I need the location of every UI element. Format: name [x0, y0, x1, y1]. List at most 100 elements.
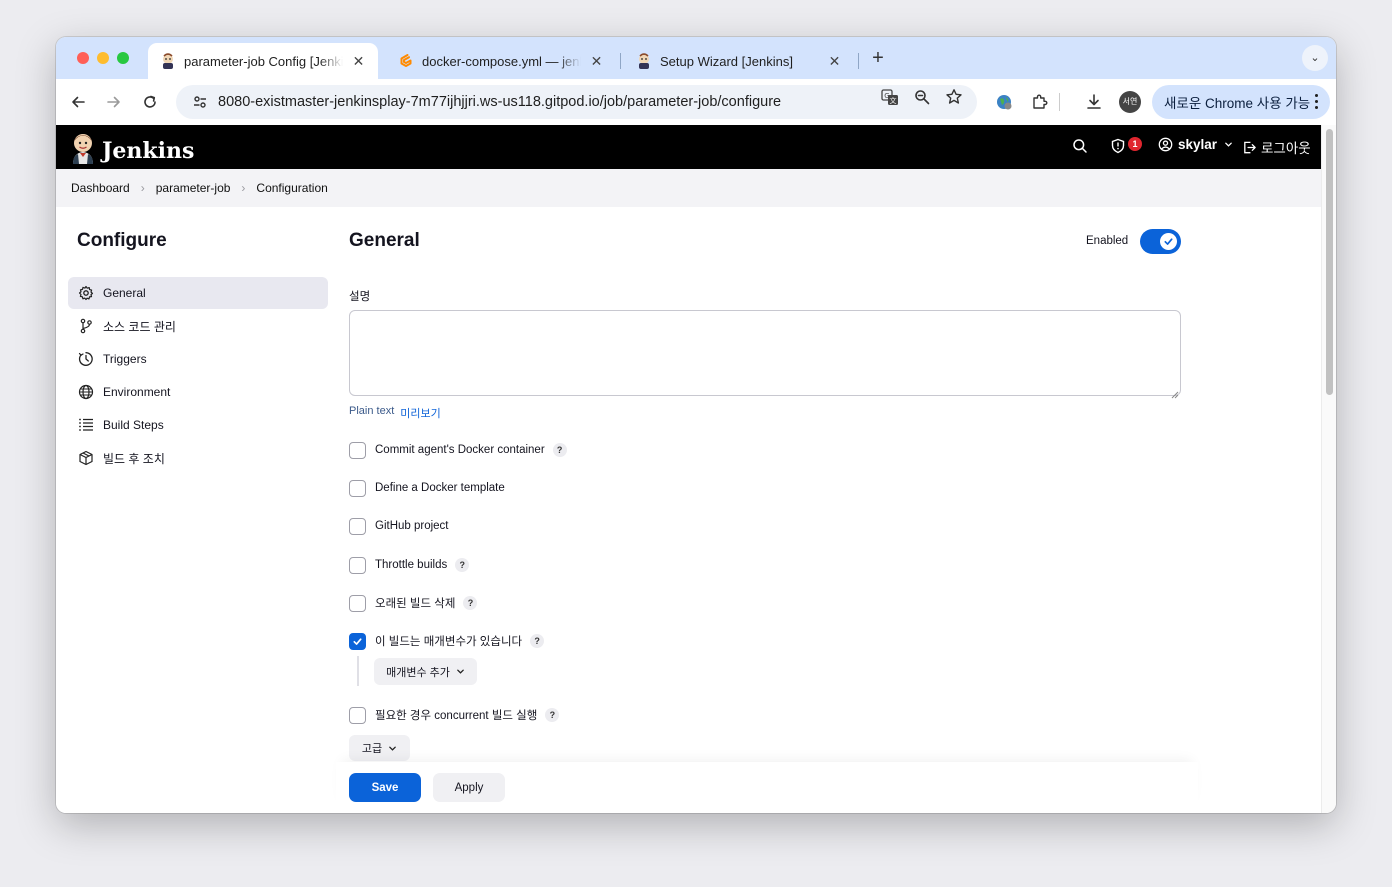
checkbox[interactable]: [349, 556, 366, 574]
option-label: GitHub project: [375, 520, 449, 532]
search-icon[interactable]: [1072, 138, 1088, 154]
site-info-tune-icon[interactable]: [182, 94, 218, 110]
new-tab-button[interactable]: +: [866, 46, 890, 70]
chevron-down-icon: [1224, 140, 1233, 149]
enabled-toggle[interactable]: [1140, 229, 1181, 254]
profile-avatar[interactable]: 서연: [1119, 91, 1141, 113]
back-arrow-icon[interactable]: [66, 90, 90, 114]
address-bar[interactable]: 8080-existmaster-jenkinsplay-7m77ijhjjri…: [176, 85, 977, 119]
shield-icon: [1110, 138, 1126, 157]
logout-icon: [1242, 140, 1257, 155]
save-button[interactable]: Save: [349, 773, 421, 802]
sidebar-item-label: Environment: [103, 385, 171, 399]
add-parameter-button[interactable]: 매개변수 추가: [374, 658, 477, 685]
page-scrollbar[interactable]: [1321, 125, 1336, 813]
translate-icon[interactable]: G文: [880, 87, 900, 107]
browser-tab[interactable]: docker-compose.yml — jenkins ✕: [386, 43, 616, 79]
tab-close-icon[interactable]: ✕: [351, 53, 366, 70]
browser-tab[interactable]: Setup Wizard [Jenkins] ✕: [624, 43, 854, 79]
option-parameterized[interactable]: 이 빌드는 매개변수가 있습니다 ?: [349, 632, 545, 650]
chevron-down-icon: [388, 744, 397, 753]
sidebar-item-post-build[interactable]: 빌드 후 조치: [68, 442, 328, 474]
sidebar-item-label: Triggers: [103, 352, 147, 366]
tab-separator: [858, 53, 859, 69]
scrollbar-thumb[interactable]: [1326, 129, 1333, 395]
option-commit-docker[interactable]: Commit agent's Docker container ?: [349, 441, 567, 459]
sidebar-item-label: Build Steps: [103, 418, 164, 432]
breadcrumb-job[interactable]: parameter-job: [156, 181, 231, 195]
help-icon[interactable]: ?: [463, 596, 478, 610]
advanced-button[interactable]: 고급: [349, 735, 410, 761]
close-window-button[interactable]: [77, 52, 89, 64]
kebab-menu-icon[interactable]: [1315, 94, 1318, 109]
extension-globe-icon[interactable]: [993, 91, 1015, 113]
option-concurrent-builds[interactable]: 필요한 경우 concurrent 빌드 실행 ?: [349, 706, 560, 724]
sidebar-item-triggers[interactable]: Triggers: [68, 343, 328, 375]
zoom-icon[interactable]: [912, 87, 932, 107]
minimize-window-button[interactable]: [97, 52, 109, 64]
sidebar-item-scm[interactable]: 소스 코드 관리: [68, 310, 328, 342]
enabled-label: Enabled: [1086, 235, 1129, 247]
option-github-project[interactable]: GitHub project: [349, 517, 449, 535]
checkbox-checked[interactable]: [349, 632, 366, 650]
help-icon[interactable]: ?: [455, 558, 470, 572]
option-label: Define a Docker template: [375, 482, 505, 494]
help-icon[interactable]: ?: [530, 634, 545, 648]
tab-strip: parameter-job Config [Jenkins] ✕ docker-…: [56, 37, 1336, 79]
sidebar-item-build-steps[interactable]: Build Steps: [68, 409, 328, 441]
zoom-window-button[interactable]: [117, 52, 129, 64]
tab-title: docker-compose.yml — jenkins: [422, 53, 581, 69]
list-icon: [78, 417, 94, 433]
breadcrumb-chevron-icon: ›: [241, 181, 246, 195]
chrome-update-button[interactable]: 새로운 Chrome 사용 가능: [1152, 85, 1330, 119]
check-icon: [353, 637, 362, 645]
help-icon[interactable]: ?: [552, 443, 567, 457]
option-discard-old-builds[interactable]: 오래된 빌드 삭제 ?: [349, 594, 478, 612]
sidebar-item-general[interactable]: General: [68, 277, 328, 309]
browser-window: parameter-job Config [Jenkins] ✕ docker-…: [56, 37, 1336, 813]
download-icon[interactable]: [1083, 91, 1105, 113]
breadcrumb-dashboard[interactable]: Dashboard: [71, 181, 130, 195]
security-alerts-button[interactable]: 1: [1110, 137, 1144, 157]
nested-section-line: [357, 656, 359, 686]
jenkins-home-link[interactable]: Jenkins: [70, 132, 194, 169]
sidebar-item-environment[interactable]: Environment: [68, 376, 328, 408]
package-icon: [78, 450, 94, 466]
clock-icon: [78, 351, 94, 367]
help-icon[interactable]: ?: [545, 708, 560, 722]
user-menu[interactable]: skylar: [1158, 137, 1233, 152]
forward-arrow-icon[interactable]: [102, 90, 126, 114]
bookmark-star-icon[interactable]: [944, 87, 964, 107]
jenkins-logo-icon: [70, 132, 96, 169]
extensions-puzzle-icon[interactable]: [1029, 91, 1051, 113]
preview-link[interactable]: 미리보기: [400, 405, 440, 421]
description-textarea[interactable]: [349, 310, 1181, 396]
checkbox[interactable]: [349, 517, 366, 535]
resize-grip-icon[interactable]: [1171, 386, 1179, 404]
gitpod-icon: [398, 53, 414, 69]
browser-tab-active[interactable]: parameter-job Config [Jenkins] ✕: [148, 43, 378, 79]
user-avatar-icon: [1158, 137, 1173, 152]
checkbox[interactable]: [349, 441, 366, 459]
apply-button[interactable]: Apply: [433, 773, 505, 802]
option-throttle-builds[interactable]: Throttle builds ?: [349, 556, 470, 574]
tab-close-icon[interactable]: ✕: [827, 53, 842, 70]
reload-icon[interactable]: [138, 90, 162, 114]
logout-link[interactable]: 로그아웃: [1242, 137, 1311, 157]
logout-label: 로그아웃: [1261, 141, 1311, 156]
description-label: 설명: [349, 291, 371, 303]
breadcrumb-configuration[interactable]: Configuration: [256, 181, 327, 195]
checkbox[interactable]: [349, 594, 366, 612]
tab-close-icon[interactable]: ✕: [589, 53, 604, 70]
sidebar-item-label: 빌드 후 조치: [103, 451, 165, 466]
tab-search-chevron-icon[interactable]: ⌄: [1302, 45, 1328, 71]
gear-icon: [78, 285, 94, 301]
tab-title: Setup Wizard [Jenkins]: [660, 53, 793, 69]
tab-separator: [620, 53, 621, 69]
option-docker-template[interactable]: Define a Docker template: [349, 479, 505, 497]
url-text: 8080-existmaster-jenkinsplay-7m77ijhjjri…: [218, 94, 782, 110]
sidebar-title: Configure: [77, 230, 167, 251]
checkbox[interactable]: [349, 706, 366, 724]
option-label: 오래된 빌드 삭제: [375, 598, 456, 610]
checkbox[interactable]: [349, 479, 366, 497]
